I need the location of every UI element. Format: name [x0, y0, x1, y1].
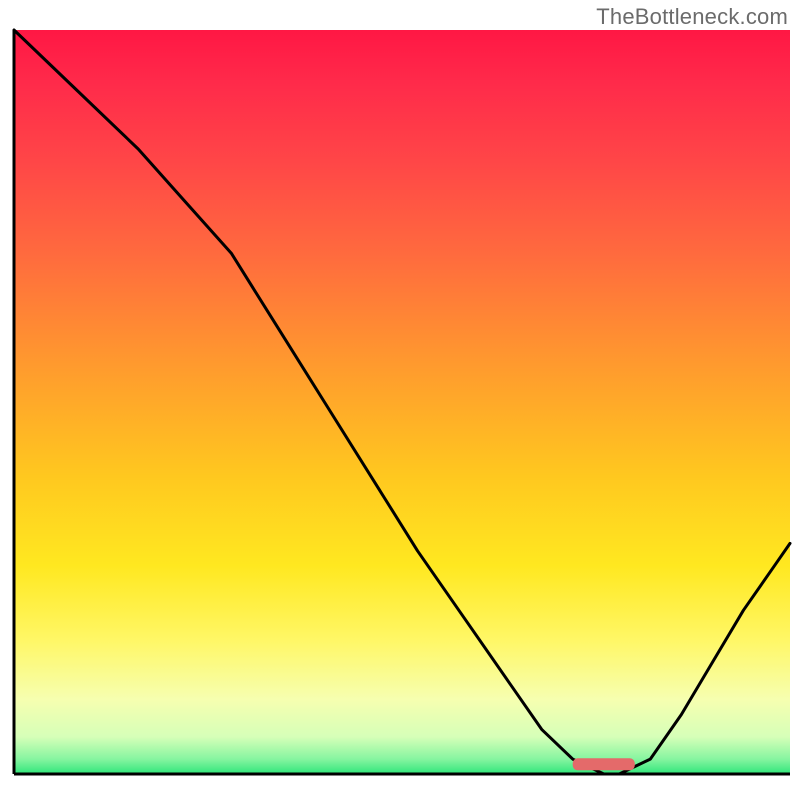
watermark-label: TheBottleneck.com	[596, 4, 788, 30]
bottleneck-chart	[0, 0, 800, 800]
optimal-marker	[573, 758, 635, 770]
plot-area	[14, 30, 790, 774]
chart-container: TheBottleneck.com	[0, 0, 800, 800]
